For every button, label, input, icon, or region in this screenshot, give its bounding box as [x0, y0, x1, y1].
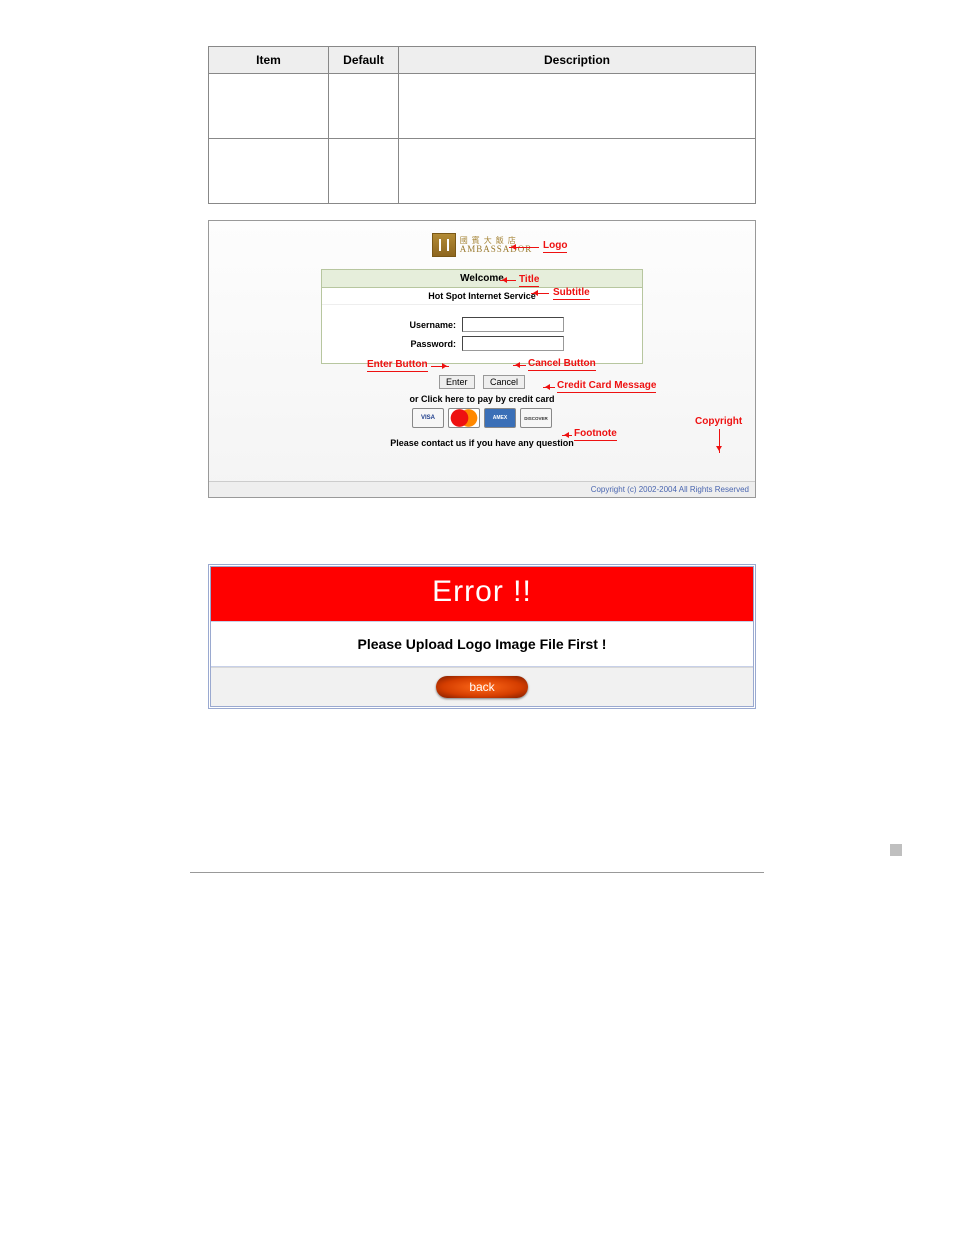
username-label: Username:: [400, 320, 456, 330]
arrow-icon: [431, 366, 449, 367]
arrow-icon: [719, 429, 720, 453]
th-description: Description: [399, 47, 756, 74]
footer-rule: [190, 872, 764, 873]
login-panel: Welcome Hot Spot Internet Service Userna…: [321, 269, 643, 364]
arrow-icon: [543, 387, 555, 388]
th-default: Default: [329, 47, 399, 74]
annotation-copyright: Copyright: [695, 417, 742, 427]
logo-text: 國 賓 大 飯 店 AMBASSADOR: [460, 237, 533, 254]
login-subtitle: Hot Spot Internet Service: [322, 288, 642, 305]
cancel-button[interactable]: Cancel: [483, 375, 525, 389]
annotation-enter: Enter Button: [367, 360, 428, 372]
arrow-icon: [531, 293, 549, 294]
annotation-title: Title: [519, 275, 539, 287]
error-message: Please Upload Logo Image File First !: [211, 621, 753, 667]
logo-text-en: AMBASSADOR: [460, 245, 533, 254]
discover-icon: DISCOVER: [520, 408, 552, 428]
login-footnote: Please contact us if you have any questi…: [217, 438, 747, 448]
annotation-credit: Credit Card Message: [557, 381, 656, 393]
password-label: Password:: [400, 339, 456, 349]
amex-icon: AMEX: [484, 408, 516, 428]
arrow-icon: [562, 435, 572, 436]
username-input[interactable]: [462, 317, 564, 332]
annotation-cancel: Cancel Button: [528, 359, 596, 371]
login-copyright: Copyright (c) 2002-2004 All Rights Reser…: [209, 481, 755, 497]
card-icons: VISA AMEX DISCOVER: [217, 408, 747, 428]
th-item: Item: [209, 47, 329, 74]
logo-icon: [432, 233, 456, 257]
error-heading: Error !!: [211, 567, 753, 621]
table-row: [209, 74, 756, 139]
annotation-logo: Logo: [543, 241, 567, 253]
visa-icon: VISA: [412, 408, 444, 428]
mastercard-icon: [448, 408, 480, 428]
login-title: Welcome: [322, 270, 642, 288]
login-page-preview: 國 賓 大 飯 店 AMBASSADOR Logo Welcome Hot Sp…: [208, 220, 756, 498]
arrow-icon: [509, 247, 539, 248]
enter-button[interactable]: Enter: [439, 375, 475, 389]
credit-card-message: or Click here to pay by credit card: [217, 394, 747, 404]
back-button[interactable]: back: [436, 676, 528, 698]
annotation-footnote: Footnote: [574, 429, 617, 441]
arrow-icon: [513, 365, 526, 366]
arrow-icon: [500, 280, 516, 281]
page-number-mark: [890, 844, 902, 856]
config-table: Item Default Description: [208, 46, 756, 204]
annotation-subtitle: Subtitle: [553, 288, 590, 300]
password-input[interactable]: [462, 336, 564, 351]
error-dialog: Error !! Please Upload Logo Image File F…: [208, 564, 756, 709]
table-row: [209, 139, 756, 204]
